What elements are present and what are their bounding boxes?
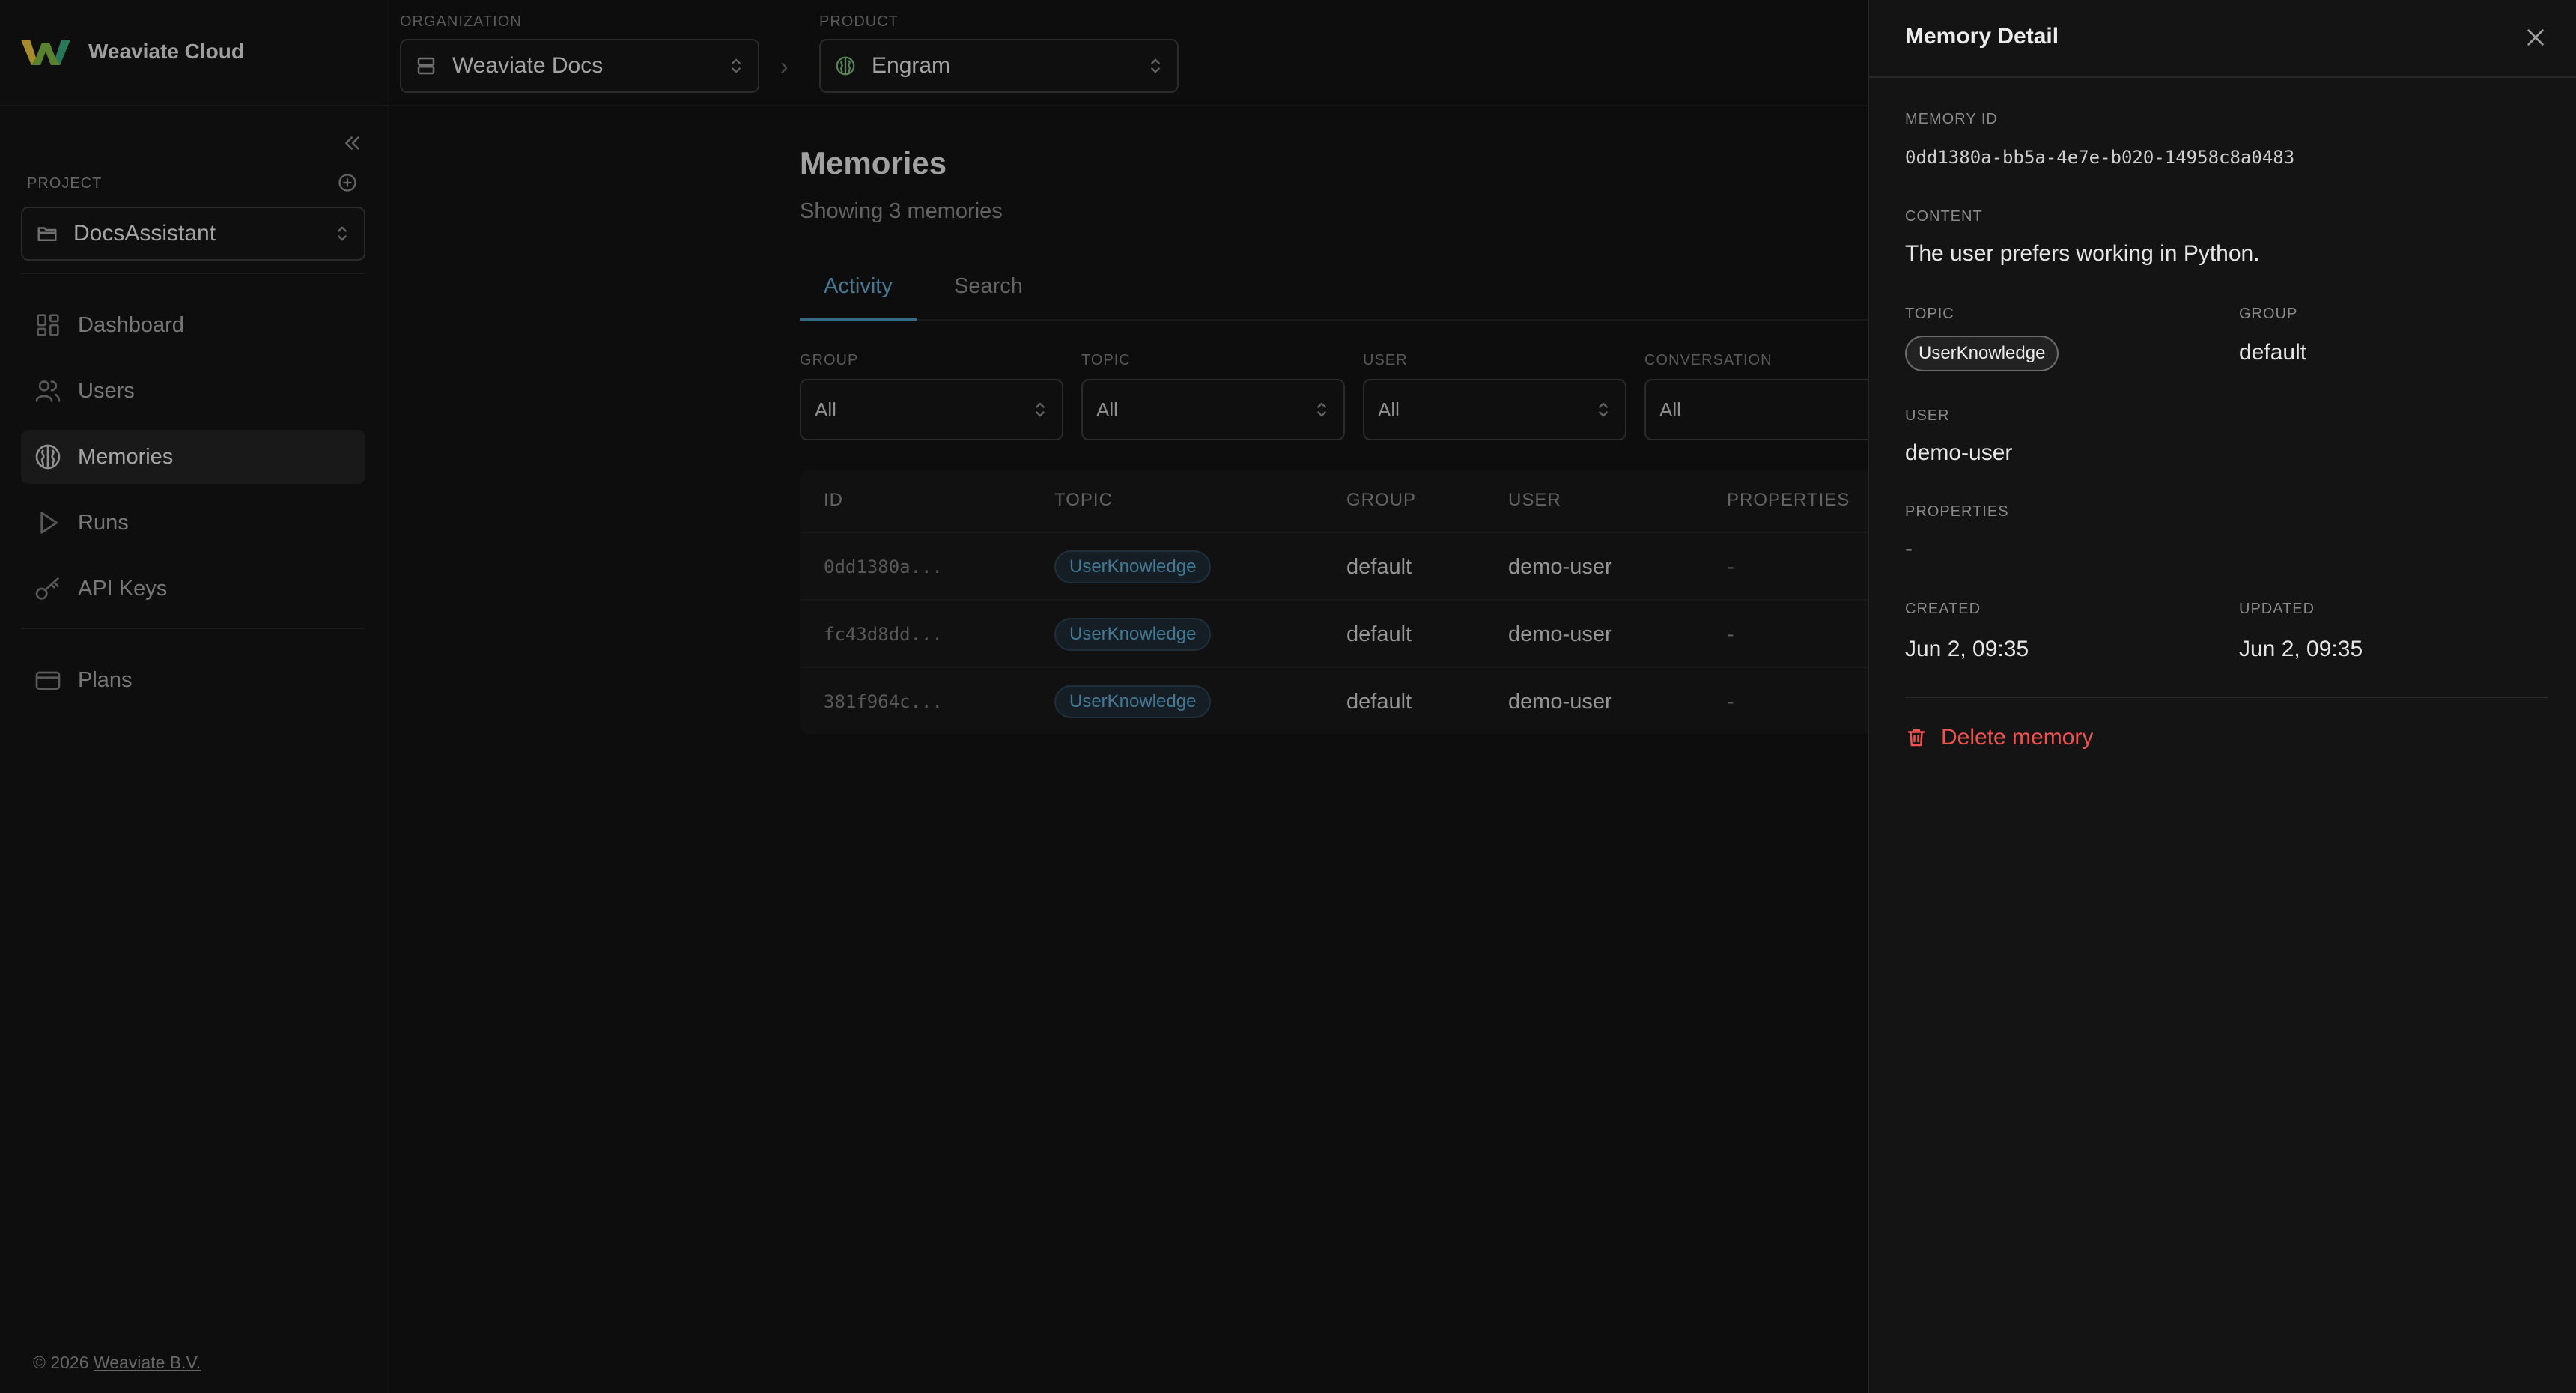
updated-label: UPDATED	[2239, 601, 2315, 617]
overlay-backdrop[interactable]	[0, 0, 1868, 1393]
divider	[1869, 76, 2576, 78]
topic-label: TOPIC	[1905, 306, 1954, 322]
content-value: The user prefers working in Python.	[1905, 241, 2260, 266]
delete-memory-button[interactable]: Delete memory	[1905, 720, 2093, 755]
memory-id-value: 0dd1380a-bb5a-4e7e-b020-14958c8a0483	[1905, 147, 2295, 168]
drawer-title: Memory Detail	[1905, 24, 2059, 49]
divider	[1905, 696, 2548, 698]
group-value: default	[2239, 340, 2307, 365]
properties-value: -	[1905, 536, 1913, 561]
memory-id-label: MEMORY ID	[1905, 111, 1998, 127]
trash-icon	[1905, 726, 1928, 750]
created-value: Jun 2, 09:35	[1905, 637, 2029, 661]
created-label: CREATED	[1905, 601, 1981, 617]
topic-chip: UserKnowledge	[1905, 336, 2059, 371]
user-label: USER	[1905, 407, 1950, 424]
properties-label: PROPERTIES	[1905, 503, 2009, 520]
content-label: CONTENT	[1905, 208, 1983, 225]
group-label: GROUP	[2239, 306, 2298, 322]
user-value: demo-user	[1905, 440, 2013, 465]
memory-detail-drawer: Memory Detail MEMORY ID 0dd1380a-bb5a-4e…	[1868, 0, 2576, 1393]
delete-memory-label: Delete memory	[1941, 725, 2094, 750]
close-icon[interactable]	[2524, 25, 2548, 49]
updated-value: Jun 2, 09:35	[2239, 637, 2363, 661]
